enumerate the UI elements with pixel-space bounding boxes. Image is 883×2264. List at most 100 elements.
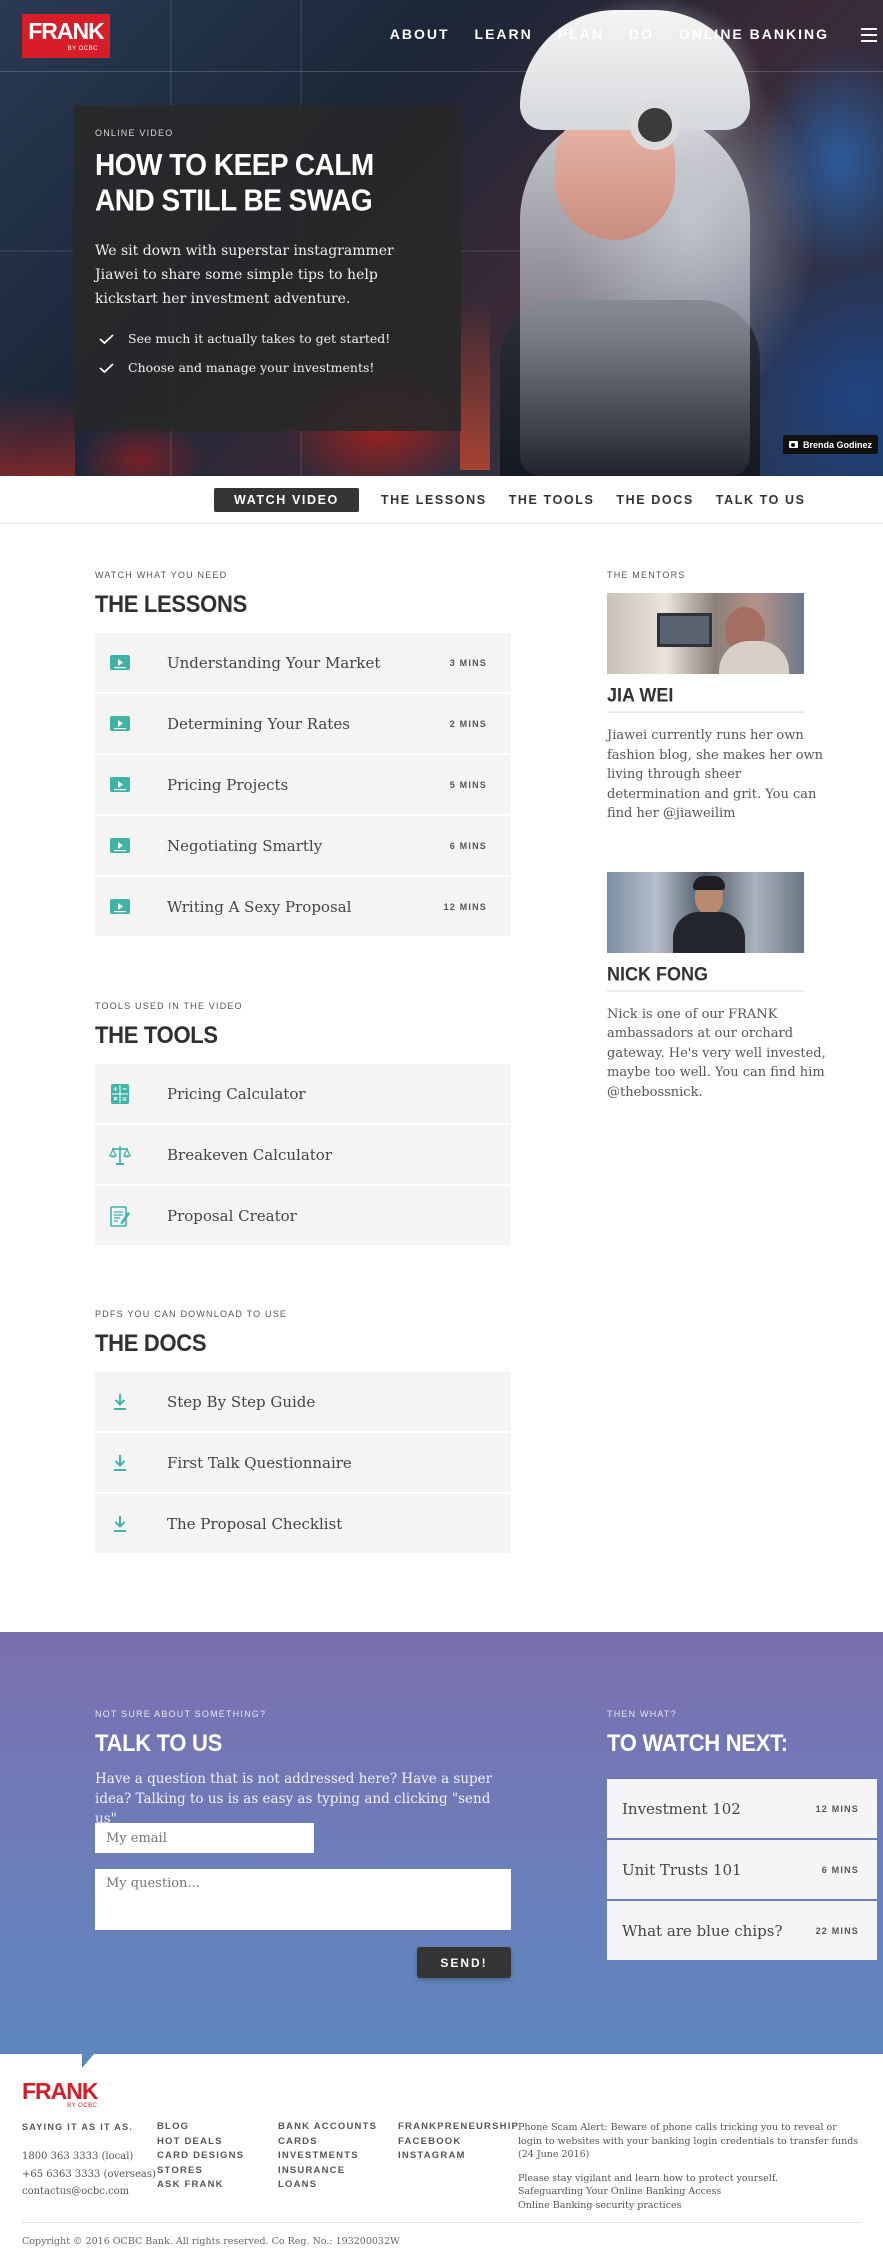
tool-row[interactable]: Pricing Calculator <box>95 1064 511 1123</box>
nav-about[interactable]: ABOUT <box>390 26 450 42</box>
nav-plan[interactable]: PLAN <box>558 26 604 42</box>
scam-alert-text[interactable]: Phone Scam Alert: Beware of phone calls … <box>518 2121 863 2162</box>
doc-row[interactable]: Step By Step Guide <box>95 1372 511 1431</box>
nav-online-banking[interactable]: ONLINE BANKING <box>679 26 829 42</box>
security-link[interactable]: Online Banking security practices <box>518 2199 863 2213</box>
subnav-watch-video[interactable]: WATCH VIDEO <box>214 488 359 512</box>
neon-light <box>0 390 75 476</box>
neon-light <box>460 300 490 470</box>
footer-logo[interactable]: FRANK BY OCBC <box>22 2079 98 2109</box>
watch-next-duration: 12 MINS <box>815 1803 859 1814</box>
footer-links-col-3: FRANKPRENEURSHIP FACEBOOK INSTAGRAM <box>398 2120 519 2164</box>
download-icon <box>114 1515 126 1532</box>
footer-link[interactable]: BLOG <box>157 2120 244 2135</box>
video-play-icon <box>110 776 130 792</box>
watch-next-header: THEN WHAT? TO WATCH NEXT: <box>607 1709 788 1757</box>
footer-divider <box>22 2222 861 2223</box>
lesson-row[interactable]: Understanding Your Market 3 MINS <box>95 633 511 692</box>
footer-link[interactable]: INSTAGRAM <box>398 2149 519 2164</box>
footer-link[interactable]: STORES <box>157 2164 244 2179</box>
docs-list: Step By Step Guide First Talk Questionna… <box>95 1372 511 1555</box>
headphone-shape <box>630 100 680 150</box>
footer-link[interactable]: FACEBOOK <box>398 2135 519 2150</box>
lesson-row[interactable]: Pricing Projects 5 MINS <box>95 755 511 814</box>
nav-learn[interactable]: LEARN <box>475 26 533 42</box>
lesson-title: Negotiating Smartly <box>167 836 323 855</box>
watch-next-row[interactable]: Investment 102 12 MINS <box>607 1779 877 1838</box>
subnav-the-docs[interactable]: THE DOCS <box>616 488 693 512</box>
subnav-talk-to-us[interactable]: TALK TO US <box>716 488 806 512</box>
footer-copyright: Copyright © 2016 OCBC Bank. All rights r… <box>22 2236 400 2247</box>
hero-title-line: AND STILL BE SWAG <box>95 183 373 218</box>
lessons-title: THE LESSONS <box>95 590 247 618</box>
security-link[interactable]: Safeguarding Your Online Banking Access <box>518 2185 863 2199</box>
mentor-bio: Jiawei currently runs her own fashion bl… <box>607 728 824 821</box>
watch-next-title: Unit Trusts 101 <box>622 1860 742 1879</box>
lessons-list: Understanding Your Market 3 MINS Determi… <box>95 633 511 938</box>
hero-eyebrow: ONLINE VIDEO <box>95 128 174 138</box>
footer-phone-overseas[interactable]: +65 6363 3333 (overseas) <box>22 2166 156 2184</box>
footer-email[interactable]: contactus@ocbc.com <box>22 2183 156 2201</box>
footer-link[interactable]: ASK FRANK <box>157 2178 244 2193</box>
footer-link[interactable]: FRANKPRENEURSHIP <box>398 2120 519 2135</box>
vigilant-text: Please stay vigilant and learn how to pr… <box>518 2172 779 2184</box>
video-play-icon <box>110 654 130 670</box>
doc-row[interactable]: The Proposal Checklist <box>95 1494 511 1553</box>
section-subnav: WATCH VIDEO THE LESSONS THE TOOLS THE DO… <box>0 476 883 524</box>
footer-phone-local[interactable]: 1800 363 3333 (local) <box>22 2148 156 2166</box>
document-edit-icon <box>110 1205 130 1227</box>
footer-link[interactable]: INSURANCE <box>278 2164 377 2179</box>
doc-title: The Proposal Checklist <box>167 1514 343 1533</box>
footer-link[interactable]: CARDS <box>278 2135 377 2150</box>
hero-description: We sit down with superstar instagrammer … <box>95 243 394 307</box>
send-button[interactable]: SEND! <box>417 1947 511 1978</box>
site-footer: FRANK BY OCBC SAYING IT AS IT AS. 1800 3… <box>0 2054 883 2264</box>
docs-eyebrow: PDFS YOU CAN DOWNLOAD TO USE <box>95 1309 288 1319</box>
nav-do[interactable]: DO <box>629 26 654 42</box>
mentor-card: JIA WEI Jiawei currently runs her own fa… <box>607 593 827 824</box>
lesson-row[interactable]: Determining Your Rates 2 MINS <box>95 694 511 753</box>
talk-title: TALK TO US <box>95 1729 222 1757</box>
main-nav: ABOUT LEARN PLAN DO ONLINE BANKING <box>390 26 829 42</box>
email-field[interactable] <box>95 1823 314 1853</box>
photo-credit-name: Brenda Godinez <box>802 439 872 450</box>
watch-next-title: TO WATCH NEXT: <box>607 1729 788 1757</box>
footer-links-col-2: BANK ACCOUNTS CARDS INVESTMENTS INSURANC… <box>278 2120 377 2193</box>
watch-next-row[interactable]: What are blue chips? 22 MINS <box>607 1901 877 1960</box>
tool-row[interactable]: Proposal Creator <box>95 1186 511 1245</box>
lesson-row[interactable]: Writing A Sexy Proposal 12 MINS <box>95 877 511 936</box>
footer-link[interactable]: HOT DEALS <box>157 2135 244 2150</box>
docs-title: THE DOCS <box>95 1329 207 1357</box>
photo-credit-badge[interactable]: Brenda Godinez <box>782 435 878 454</box>
hamburger-icon[interactable] <box>861 28 877 42</box>
mentor-photo-jia-wei <box>607 593 804 674</box>
doc-row[interactable]: First Talk Questionnaire <box>95 1433 511 1492</box>
lesson-title: Writing A Sexy Proposal <box>167 897 352 916</box>
check-icon <box>99 362 114 373</box>
lesson-duration: 5 MINS <box>449 779 487 790</box>
lesson-duration: 6 MINS <box>449 840 487 851</box>
lessons-header: WATCH WHAT YOU NEED THE LESSONS <box>95 570 247 618</box>
watch-next-row[interactable]: Unit Trusts 101 6 MINS <box>607 1840 877 1899</box>
hero-checklist: See much it actually takes to get starte… <box>95 324 439 382</box>
tools-eyebrow: TOOLS USED IN THE VIDEO <box>95 1001 243 1011</box>
watch-next-duration: 22 MINS <box>815 1925 859 1936</box>
subnav-the-lessons[interactable]: THE LESSONS <box>381 488 487 512</box>
frank-logo[interactable]: FRANK BY OCBC <box>22 14 110 58</box>
subnav-the-tools[interactable]: THE TOOLS <box>509 488 595 512</box>
scale-icon <box>109 1145 131 1165</box>
watch-next-duration: 6 MINS <box>821 1864 859 1875</box>
hero-title: HOW TO KEEP CALM AND STILL BE SWAG <box>95 147 439 218</box>
camera-icon <box>788 441 798 448</box>
footer-link[interactable]: BANK ACCOUNTS <box>278 2120 377 2135</box>
question-field[interactable] <box>95 1869 511 1930</box>
section-notch <box>82 2054 94 2068</box>
hero-info-card: ONLINE VIDEO HOW TO KEEP CALM AND STILL … <box>73 105 461 431</box>
watch-next-list: Investment 102 12 MINS Unit Trusts 101 6… <box>607 1779 877 1962</box>
watch-next-eyebrow: THEN WHAT? <box>607 1709 677 1719</box>
tool-row[interactable]: Breakeven Calculator <box>95 1125 511 1184</box>
lesson-row[interactable]: Negotiating Smartly 6 MINS <box>95 816 511 875</box>
footer-link[interactable]: LOANS <box>278 2178 377 2193</box>
footer-link[interactable]: INVESTMENTS <box>278 2149 377 2164</box>
footer-link[interactable]: CARD DESIGNS <box>157 2149 244 2164</box>
